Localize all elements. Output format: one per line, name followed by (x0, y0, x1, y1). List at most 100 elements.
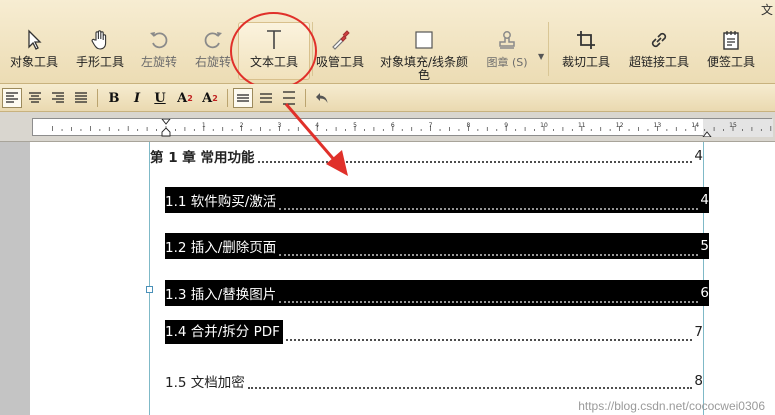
toc-leader (279, 208, 699, 210)
watermark: https://blog.csdn.net/cococwei0306 (578, 399, 765, 413)
align-justify-icon (75, 92, 87, 103)
line-spacing-single-icon (237, 94, 249, 102)
text-box-right-edge (703, 142, 704, 415)
line-spacing-double-icon (283, 91, 295, 105)
toolbar-divider (227, 89, 228, 107)
rotate-right-icon (201, 28, 225, 52)
line-spacing-medium-button[interactable] (256, 88, 276, 108)
align-center-button[interactable] (25, 88, 45, 108)
toc-page-number: 4 (694, 148, 703, 164)
rotate-left-label: 左旋转 (140, 55, 177, 69)
ruler-label: 1 (202, 122, 206, 129)
ruler-label: 10 (540, 122, 548, 129)
toc-row-partial-selected[interactable]: 1.4 合并/拆分 PDF 7 (165, 320, 703, 344)
stamp-icon (495, 28, 519, 52)
stamp-tool-label: 图章 (S) (486, 56, 528, 69)
underline-button[interactable]: U (150, 88, 170, 108)
toc-row-selected[interactable]: 1.1 软件购买/激活 4 (165, 187, 709, 213)
toc-page-number: 6 (700, 285, 709, 301)
toc-page-number: 5 (700, 238, 709, 254)
rotate-left-button[interactable]: 左旋转 (136, 28, 182, 78)
fill-color-label-line2: 色 (417, 68, 430, 82)
ruler-label: 5 (353, 122, 357, 129)
superscript-button[interactable]: A2 (175, 88, 195, 108)
note-tool-button[interactable]: 便签工具 (702, 28, 760, 78)
toc-title: 1.4 合并/拆分 PDF (165, 320, 283, 344)
toc-title: 1.3 插入/替换图片 (165, 287, 277, 303)
horizontal-ruler: 1 2 3 4 5 6 7 8 9 10 11 12 13 14 15 (0, 112, 775, 142)
ruler-label: 8 (466, 122, 470, 129)
select-tool-button[interactable]: 对象工具 (6, 28, 62, 78)
toc-row-selected[interactable]: 1.3 插入/替换图片 6 (165, 280, 709, 306)
format-toolbar: B I U A2 A2 (0, 84, 775, 112)
align-center-icon (29, 92, 41, 103)
stamp-tool-button[interactable]: 图章 (S) (484, 28, 530, 78)
align-right-icon (52, 92, 64, 103)
chevron-down-icon[interactable]: ▼ (538, 52, 544, 61)
ruler-ticks: 1 2 3 4 5 6 7 8 9 10 11 12 13 14 15 (52, 119, 773, 137)
crop-tool-label: 裁切工具 (561, 55, 610, 69)
ruler-label: 7 (429, 122, 433, 129)
color-swatch-icon (412, 28, 436, 52)
line-spacing-double-button[interactable] (279, 88, 299, 108)
align-right-button[interactable] (48, 88, 68, 108)
line-spacing-medium-icon (260, 93, 272, 103)
link-icon (647, 28, 671, 52)
main-toolbar: 文 对象工具 手形工具 左旋转 右旋转 文本工具 吸管工具 对象填充/线条颜 色… (0, 0, 775, 90)
rotate-left-icon (147, 28, 171, 52)
subscript-label: A (202, 90, 213, 106)
align-left-button[interactable] (2, 88, 22, 108)
ruler-label: 9 (504, 122, 508, 129)
hand-tool-button[interactable]: 手形工具 (72, 28, 128, 78)
ruler-label: 12 (616, 122, 624, 129)
annotation-circle (230, 12, 317, 90)
subscript-button[interactable]: A2 (200, 88, 220, 108)
ruler-label: 6 (391, 122, 395, 129)
undo-button[interactable] (312, 88, 332, 108)
eyedropper-icon (328, 28, 352, 52)
select-tool-label: 对象工具 (9, 55, 58, 69)
toc-title: 1.2 插入/删除页面 (165, 240, 277, 256)
ruler-label: 15 (729, 122, 737, 129)
toc-row[interactable]: 1.5 文档加密 8 (165, 370, 703, 392)
ruler-strip[interactable]: 1 2 3 4 5 6 7 8 9 10 11 12 13 14 15 (32, 118, 773, 137)
toolbar-divider (97, 89, 98, 107)
arrow-cursor-icon (22, 28, 46, 52)
ruler-label: 2 (240, 122, 244, 129)
toc-row-chapter[interactable]: 第 1 章 常用功能 4 (150, 146, 703, 166)
toc-row-selected[interactable]: 1.2 插入/删除页面 5 (165, 233, 709, 259)
italic-label: I (133, 90, 141, 106)
window-title: 文 (760, 3, 773, 17)
ruler-margin-zone (703, 119, 773, 137)
superscript-mark: 2 (187, 93, 193, 103)
crop-icon (574, 28, 598, 52)
toc-title: 1.5 文档加密 (165, 375, 245, 391)
ruler-label: 4 (315, 122, 319, 129)
crop-tool-button[interactable]: 裁切工具 (558, 28, 614, 78)
first-line-indent-marker (161, 119, 171, 125)
toc-title: 第 1 章 常用功能 (150, 150, 255, 166)
eyedropper-tool-button[interactable]: 吸管工具 (314, 28, 366, 78)
eyedropper-tool-label: 吸管工具 (315, 55, 364, 69)
superscript-label: A (177, 90, 188, 106)
underline-label: U (154, 90, 166, 106)
undo-arrow-icon (316, 93, 328, 103)
align-justify-button[interactable] (71, 88, 91, 108)
ruler-label: 3 (277, 122, 281, 129)
line-spacing-single-button[interactable] (233, 88, 253, 108)
note-icon (719, 28, 743, 52)
resize-handle[interactable] (146, 286, 153, 293)
toolbar-divider (305, 89, 306, 107)
toc-leader (257, 161, 693, 163)
toc-page-number: 7 (694, 324, 703, 340)
toc-page-number: 8 (694, 373, 703, 389)
italic-button[interactable]: I (127, 88, 147, 108)
ruler-label: 13 (654, 122, 662, 129)
ruler-label: 11 (578, 122, 586, 129)
fill-color-button[interactable]: 对象填充/线条颜 色 (376, 28, 472, 82)
text-box-left-edge (149, 142, 150, 415)
hyperlink-tool-button[interactable]: 超链接工具 (624, 28, 694, 78)
toc-leader (285, 339, 693, 341)
bold-button[interactable]: B (104, 88, 124, 108)
left-indent-marker (161, 127, 171, 137)
